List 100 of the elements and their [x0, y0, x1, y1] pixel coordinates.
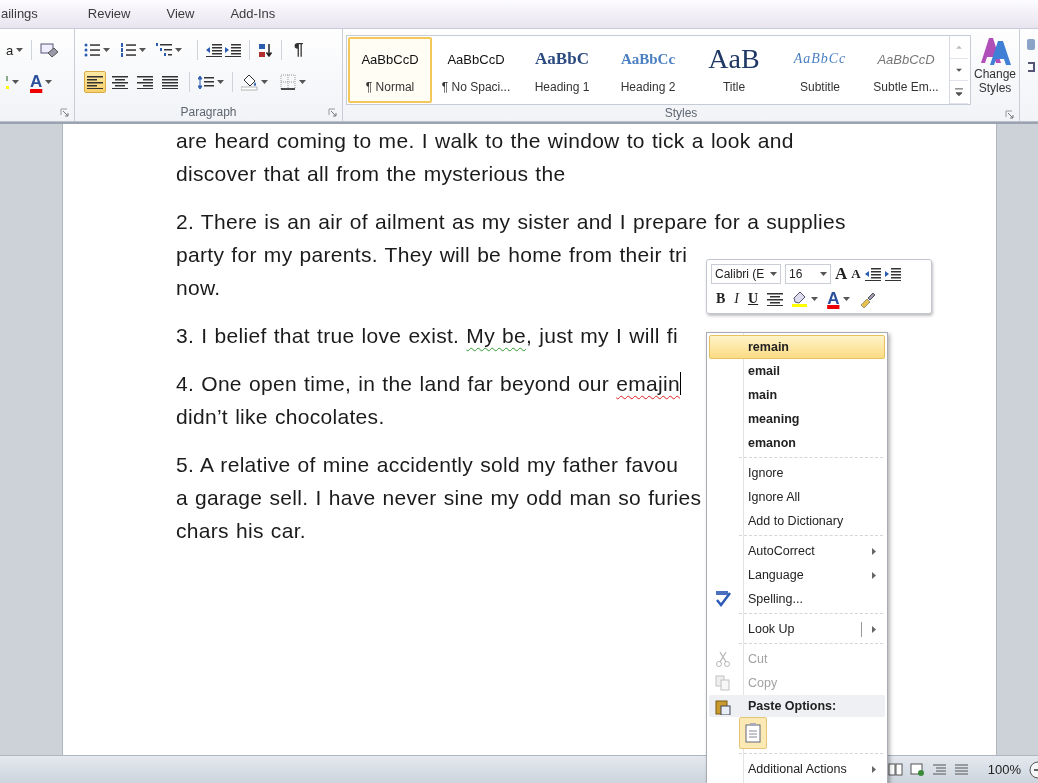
italic-button[interactable]: I [734, 291, 739, 308]
menu-item[interactable]: Language [709, 563, 885, 587]
decrease-indent-icon[interactable] [206, 43, 222, 57]
align-left-icon [87, 75, 103, 89]
highlighter-icon[interactable] [792, 290, 809, 308]
group-label: Styles [664, 106, 698, 120]
caret-icon[interactable] [103, 48, 110, 52]
text-line: a garage sell. I have never sine my odd man so furies [176, 485, 702, 511]
caret-icon[interactable] [139, 48, 146, 52]
style-preview: AaBbC [535, 49, 589, 69]
style-option[interactable]: AaBbC Heading 1 [520, 37, 604, 103]
text-line: 5. A relative of mine accidently sold my father favou [176, 452, 679, 478]
style-option[interactable]: AaBbCcD ¶ Normal [348, 37, 432, 103]
spelling-check-icon [715, 591, 731, 607]
suggestion-item[interactable]: emanon [709, 431, 885, 455]
copy-icon [715, 675, 731, 691]
grow-font-button[interactable]: A [835, 263, 848, 284]
caret-icon[interactable] [45, 80, 53, 84]
align-left-button[interactable] [84, 71, 106, 93]
align-center-icon [112, 75, 128, 89]
change-styles-button[interactable]: Change Styles [971, 29, 1019, 105]
caret-icon[interactable] [217, 80, 224, 84]
style-preview: AaBbCcD [447, 51, 505, 67]
decrease-indent-icon[interactable] [864, 266, 881, 281]
menu-item[interactable]: Additional Actions [709, 757, 885, 781]
increase-indent-icon[interactable] [884, 266, 901, 281]
caret-icon[interactable] [299, 80, 306, 84]
style-option[interactable]: AaB Title [692, 37, 776, 103]
dialog-launcher-icon[interactable] [1005, 110, 1014, 119]
suggestion-item[interactable]: email [709, 359, 885, 383]
style-preview: AaB [708, 43, 760, 75]
borders-icon[interactable] [280, 74, 296, 90]
style-name: ¶ No Spaci... [441, 80, 511, 94]
menu-item[interactable]: Ignore All [709, 485, 885, 509]
bullet-list-icon[interactable] [84, 43, 100, 57]
button-label: Change Styles [972, 67, 1017, 95]
suggestion-item[interactable]: meaning [709, 407, 885, 431]
text-line: 4. One open time, in the land far beyond our emajin [176, 371, 681, 397]
ribbon-tab[interactable]: Review [86, 0, 148, 28]
font-field[interactable]: Calibri (E [711, 263, 781, 284]
menu-item[interactable]: Ignore [709, 461, 885, 485]
style-option[interactable]: AaBbCcD ¶ No Spaci... [434, 37, 518, 103]
submenu-arrow-icon [872, 626, 876, 633]
style-option[interactable]: AaBbCc Subtitle [778, 37, 862, 103]
menu-heading: Paste Options: [709, 695, 885, 717]
text-line: discover that all from the mysterious the [176, 161, 566, 187]
sort-icon[interactable] [258, 42, 273, 58]
numbered-list-icon[interactable] [120, 43, 136, 57]
text-line: now. [176, 275, 221, 301]
zoom-level[interactable]: 100% [987, 762, 1021, 777]
submenu-arrow-icon [872, 766, 876, 773]
menu-item[interactable]: Add to Dictionary [709, 509, 885, 533]
document-icon [745, 723, 761, 743]
caret-icon[interactable] [811, 297, 819, 302]
show-formatting-button[interactable]: ¶ [290, 40, 308, 60]
shrink-font-button[interactable]: A [851, 265, 861, 282]
menu-item[interactable]: Look Up [709, 617, 885, 641]
suggestion-item[interactable]: main [709, 383, 885, 407]
font-size-field[interactable]: 16 [785, 263, 831, 284]
dialog-launcher-icon[interactable] [328, 108, 337, 117]
suggestion-item[interactable]: remain [709, 335, 885, 359]
increase-indent-icon[interactable] [225, 43, 241, 57]
dialog-launcher-icon[interactable] [60, 108, 69, 117]
caret-icon[interactable] [175, 48, 182, 52]
caret-icon[interactable] [16, 48, 24, 52]
paint-bucket-icon[interactable] [241, 73, 258, 91]
bold-button[interactable]: B [716, 291, 726, 308]
underline-button[interactable]: U [748, 291, 759, 308]
submenu-arrow-icon [872, 572, 876, 579]
ribbon-tab[interactable]: ailings [0, 0, 55, 28]
ribbon-tab[interactable]: Add-Ins [229, 0, 293, 28]
style-preview: AaBbCc [793, 51, 847, 67]
font-color-button[interactable]: A [827, 290, 840, 309]
center-icon[interactable] [767, 292, 784, 307]
submenu-arrow-icon [872, 548, 876, 555]
style-option[interactable]: AaBbCcD Subtle Em... [864, 37, 948, 103]
reading-view-icon[interactable] [887, 763, 903, 776]
ribbon-tab[interactable]: View [165, 0, 212, 28]
line-spacing-icon[interactable] [198, 74, 214, 90]
style-name: Subtle Em... [873, 80, 939, 94]
web-layout-icon[interactable] [909, 763, 925, 776]
menu-item[interactable]: AutoCorrect [709, 539, 885, 563]
multilevel-list-icon[interactable] [156, 43, 172, 57]
style-name: Title [722, 80, 746, 94]
text-line: 2. There is an air of ailment as my sister and I prepare for a supplies [176, 209, 846, 235]
format-painter-icon[interactable] [859, 290, 877, 308]
font-size-field[interactable]: a [6, 42, 14, 58]
caret-icon[interactable] [12, 80, 19, 84]
align-right-icon [137, 75, 153, 89]
font-color-button[interactable]: A [30, 73, 43, 91]
style-name: Subtitle [800, 80, 840, 94]
text-line: chars his car. [176, 518, 306, 544]
style-name: Heading 2 [620, 80, 676, 94]
zoom-out-icon[interactable] [1028, 760, 1038, 779]
clear-formatting-icon[interactable] [40, 42, 59, 58]
caret-icon[interactable] [261, 80, 268, 84]
menu-item[interactable]: Spelling... [709, 587, 885, 611]
caret-icon[interactable] [843, 297, 851, 302]
style-preview: AaBbCc [620, 50, 676, 68]
style-option[interactable]: AaBbCc Heading 2 [606, 37, 690, 103]
